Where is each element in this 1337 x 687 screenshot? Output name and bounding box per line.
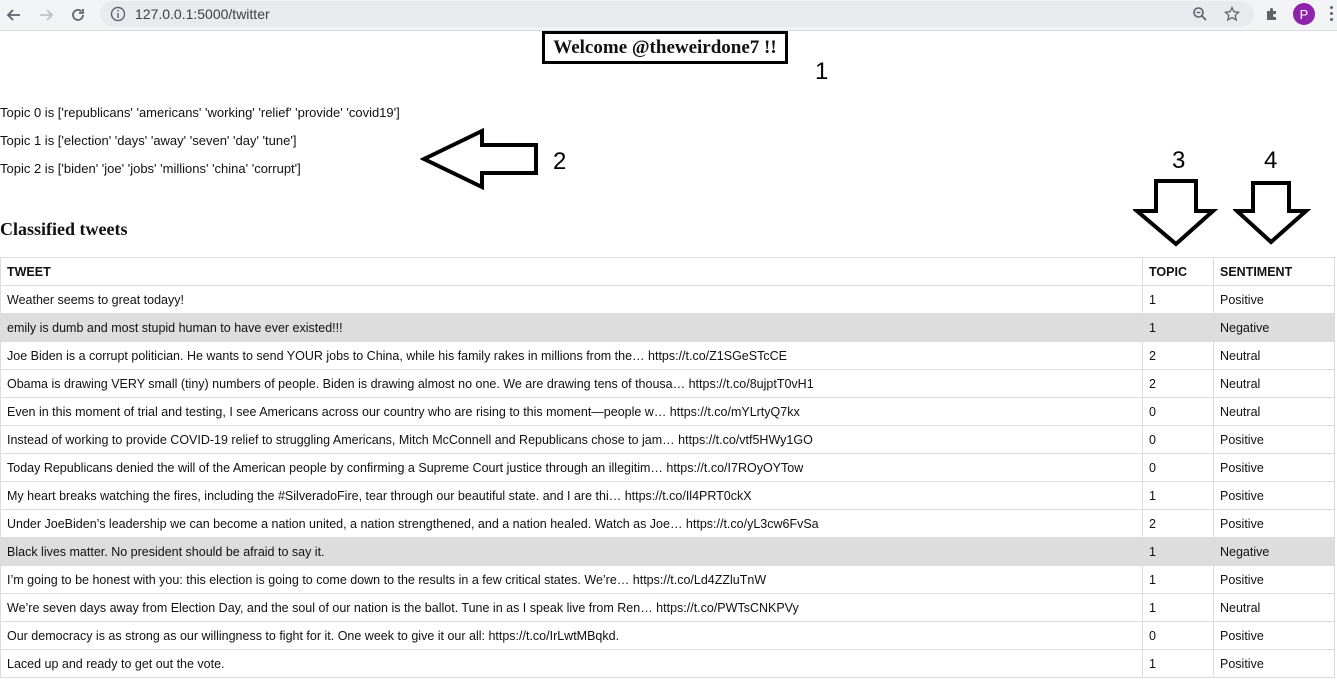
extensions-puzzle-icon[interactable] xyxy=(1262,4,1282,24)
topic-cell: 1 xyxy=(1142,313,1214,342)
tweet-cell: Our democracy is as strong as our willin… xyxy=(0,621,1143,650)
tweet-cell: Even in this moment of trial and testing… xyxy=(0,397,1143,426)
table-row: Laced up and ready to get out the vote. 1… xyxy=(0,649,1335,678)
table-row: Weather seems to great todayy! 1 Positive xyxy=(0,285,1335,314)
bookmark-star-icon[interactable] xyxy=(1222,4,1242,24)
tweet-cell: Weather seems to great todayy! xyxy=(0,285,1143,314)
annotation-number-1: 1 xyxy=(815,58,829,85)
topic-line-2: Topic 2 is ['biden' 'joe' 'jobs' 'millio… xyxy=(0,161,301,176)
sentiment-cell: Positive xyxy=(1213,565,1335,594)
table-row: Obama is drawing VERY small (tiny) numbe… xyxy=(0,369,1335,398)
table-row: Joe Biden is a corrupt politician. He wa… xyxy=(0,341,1335,370)
table-row: Black lives matter. No president should … xyxy=(0,537,1335,566)
sentiment-cell: Positive xyxy=(1213,285,1335,314)
classified-tweets-table: TWEET TOPIC SENTIMENT Weather seems to g… xyxy=(0,257,1335,678)
topic-cell: 0 xyxy=(1142,621,1214,650)
url-text[interactable]: 127.0.0.1:5000/twitter xyxy=(135,6,270,22)
tweet-cell: I’m going to be honest with you: this el… xyxy=(0,565,1143,594)
topic-cell: 0 xyxy=(1142,425,1214,454)
topic-cell: 1 xyxy=(1142,481,1214,510)
forward-arrow-icon[interactable] xyxy=(34,3,58,27)
sentiment-cell: Positive xyxy=(1213,453,1335,482)
tweet-cell: Joe Biden is a corrupt politician. He wa… xyxy=(0,341,1143,370)
annotation-down-arrow-icon xyxy=(1233,181,1311,245)
tweet-cell: Obama is drawing VERY small (tiny) numbe… xyxy=(0,369,1143,398)
sentiment-cell: Positive xyxy=(1213,481,1335,510)
sentiment-cell: Neutral xyxy=(1213,369,1335,398)
tweet-cell: Laced up and ready to get out the vote. xyxy=(0,649,1143,678)
topic-cell: 2 xyxy=(1142,509,1214,538)
annotation-number-2: 2 xyxy=(553,148,567,175)
header-sentiment: SENTIMENT xyxy=(1213,257,1335,286)
sentiment-cell: Positive xyxy=(1213,649,1335,678)
sentiment-cell: Negative xyxy=(1213,313,1335,342)
topic-cell: 2 xyxy=(1142,341,1214,370)
address-bar[interactable]: 127.0.0.1:5000/twitter xyxy=(100,1,1254,27)
topic-line-1: Topic 1 is ['election' 'days' 'away' 'se… xyxy=(0,133,297,148)
header-tweet: TWEET xyxy=(0,257,1143,286)
topic-cell: 1 xyxy=(1142,649,1214,678)
table-row: Under JoeBiden’s leadership we can becom… xyxy=(0,509,1335,538)
sentiment-cell: Neutral xyxy=(1213,341,1335,370)
table-row: I’m going to be honest with you: this el… xyxy=(0,565,1335,594)
table-row: Instead of working to provide COVID-19 r… xyxy=(0,425,1335,454)
tweet-cell: emily is dumb and most stupid human to h… xyxy=(0,313,1143,342)
sentiment-cell: Positive xyxy=(1213,509,1335,538)
section-title: Classified tweets xyxy=(0,219,128,239)
back-arrow-icon[interactable] xyxy=(2,3,26,27)
sentiment-cell: Negative xyxy=(1213,537,1335,566)
reload-icon[interactable] xyxy=(66,3,90,27)
table-row: Today Republicans denied the will of the… xyxy=(0,453,1335,482)
sentiment-cell: Positive xyxy=(1213,425,1335,454)
topic-cell: 1 xyxy=(1142,285,1214,314)
tweet-cell: Under JoeBiden’s leadership we can becom… xyxy=(0,509,1143,538)
info-icon[interactable] xyxy=(110,6,126,22)
table-row: Even in this moment of trial and testing… xyxy=(0,397,1335,426)
annotation-down-arrow-icon xyxy=(1133,179,1219,247)
topic-line-0: Topic 0 is ['republicans' 'americans' 'w… xyxy=(0,105,400,120)
topic-cell: 1 xyxy=(1142,565,1214,594)
header-topic: TOPIC xyxy=(1142,257,1214,286)
topic-cell: 2 xyxy=(1142,369,1214,398)
tweet-cell: We’re seven days away from Election Day,… xyxy=(0,593,1143,622)
table-row: We’re seven days away from Election Day,… xyxy=(0,593,1335,622)
sentiment-cell: Neutral xyxy=(1213,397,1335,426)
zoom-icon[interactable] xyxy=(1190,4,1210,24)
browser-toolbar: 127.0.0.1:5000/twitter P xyxy=(0,0,1337,31)
sentiment-cell: Neutral xyxy=(1213,593,1335,622)
table-row: emily is dumb and most stupid human to h… xyxy=(0,313,1335,342)
table-header-row: TWEET TOPIC SENTIMENT xyxy=(0,257,1335,286)
annotation-left-arrow-icon xyxy=(420,128,538,190)
tweet-cell: Today Republicans denied the will of the… xyxy=(0,453,1143,482)
annotation-number-4: 4 xyxy=(1264,147,1278,174)
topic-cell: 0 xyxy=(1142,397,1214,426)
topic-cell: 1 xyxy=(1142,593,1214,622)
table-row: Our democracy is as strong as our willin… xyxy=(0,621,1335,650)
browser-menu-icon[interactable] xyxy=(1330,6,1334,24)
annotation-number-3: 3 xyxy=(1172,147,1186,174)
table-row: My heart breaks watching the fires, incl… xyxy=(0,481,1335,510)
topic-cell: 1 xyxy=(1142,537,1214,566)
welcome-banner: Welcome @theweirdone7 !! xyxy=(542,31,788,64)
sentiment-cell: Positive xyxy=(1213,621,1335,650)
tweet-cell: Black lives matter. No president should … xyxy=(0,537,1143,566)
topic-cell: 0 xyxy=(1142,453,1214,482)
profile-avatar[interactable]: P xyxy=(1293,3,1315,25)
tweet-cell: Instead of working to provide COVID-19 r… xyxy=(0,425,1143,454)
tweet-cell: My heart breaks watching the fires, incl… xyxy=(0,481,1143,510)
